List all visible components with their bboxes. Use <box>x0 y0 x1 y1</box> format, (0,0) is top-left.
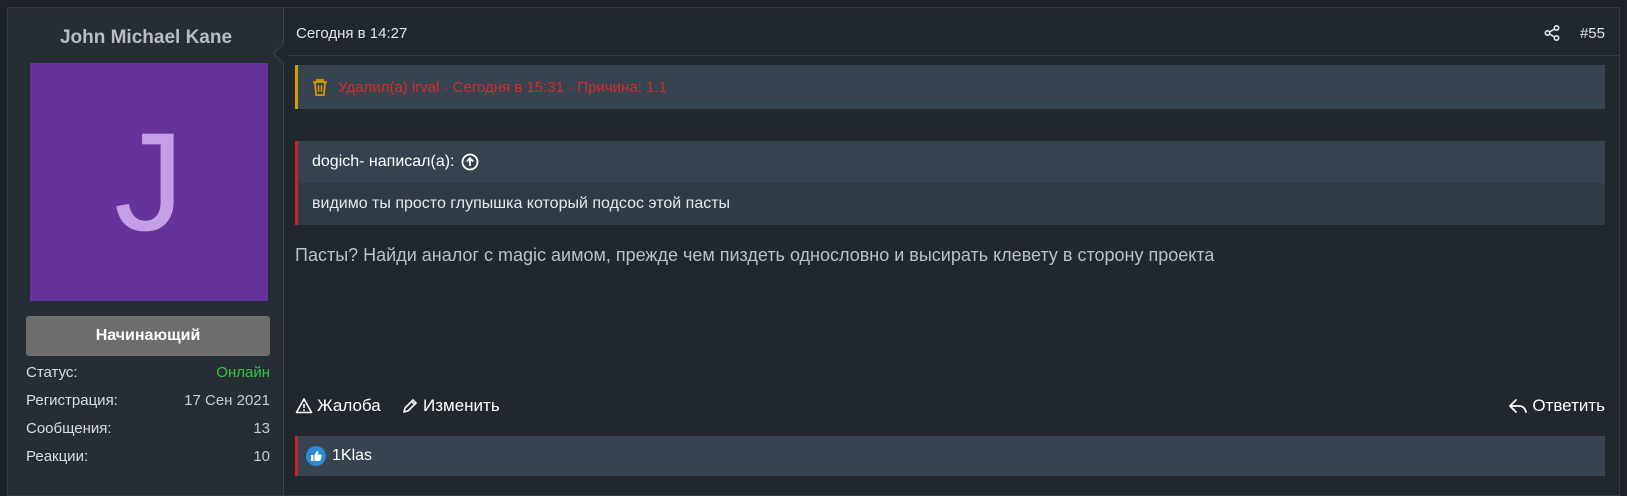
post-actions: Жалоба Изменить Ответить <box>295 396 1605 418</box>
quote-text: видимо ты просто глупышка который подсос… <box>298 183 1605 225</box>
quote-author[interactable]: dogich- написал(а): <box>312 153 455 171</box>
report-button[interactable]: Жалоба <box>295 396 381 416</box>
like-icon <box>306 446 326 466</box>
user-rank-badge: Начинающий <box>26 316 270 356</box>
avatar-letter: J <box>114 103 184 260</box>
quote-block: dogich- написал(а): видимо ты просто глу… <box>295 141 1605 225</box>
stat-value: 17 Сен 2021 <box>184 392 270 409</box>
username[interactable]: John Michael Kane <box>8 27 284 49</box>
deleted-notice-text: Удалил(а) irval · Сегодня в 15:31 · Прич… <box>338 78 667 96</box>
edit-button[interactable]: Изменить <box>401 396 500 416</box>
deleted-notice: Удалил(а) irval · Сегодня в 15:31 · Прич… <box>295 65 1605 109</box>
share-icon[interactable] <box>1543 24 1561 42</box>
stat-reactions: Реакции: 10 <box>26 447 270 475</box>
post-number-link[interactable]: #55 <box>1580 25 1605 42</box>
quote-header: dogich- написал(а): <box>298 141 1605 183</box>
reactions-bar: 1Klas <box>295 436 1605 476</box>
trash-icon <box>313 79 327 96</box>
post-date[interactable]: Сегодня в 14:27 <box>296 25 407 42</box>
warning-icon <box>295 398 313 414</box>
post-main: Сегодня в 14:27 #55 Удалил(а) irval · Се… <box>288 8 1619 495</box>
stat-value: 10 <box>253 448 270 465</box>
stat-label: Сообщения: <box>26 420 112 437</box>
stat-messages: Сообщения: 13 <box>26 419 270 447</box>
pencil-icon <box>403 399 417 413</box>
stat-registration: Регистрация: 17 Сен 2021 <box>26 391 270 419</box>
reply-button[interactable]: Ответить <box>1508 396 1605 416</box>
reply-icon <box>1509 399 1528 413</box>
edit-label: Изменить <box>423 396 500 415</box>
post-message: Пасты? Найди аналог с magic аимом, прежд… <box>295 245 1215 265</box>
report-label: Жалоба <box>317 396 381 415</box>
reply-label: Ответить <box>1532 396 1605 415</box>
arrow-up-circle-icon[interactable] <box>461 153 479 171</box>
stat-label: Регистрация: <box>26 392 118 409</box>
user-sidebar: John Michael Kane J Начинающий Статус: О… <box>8 8 284 495</box>
post-header: Сегодня в 14:27 #55 <box>288 8 1619 56</box>
stat-value: 13 <box>253 420 270 437</box>
stat-value: Онлайн <box>216 364 270 381</box>
post-container: John Michael Kane J Начинающий Статус: О… <box>7 7 1620 496</box>
reaction-user[interactable]: 1Klas <box>332 447 372 465</box>
stat-label: Реакции: <box>26 448 89 465</box>
avatar[interactable]: J <box>30 63 268 301</box>
stat-label: Статус: <box>26 364 78 381</box>
user-stats: Статус: Онлайн Регистрация: 17 Сен 2021 … <box>26 363 270 475</box>
stat-status: Статус: Онлайн <box>26 363 270 391</box>
